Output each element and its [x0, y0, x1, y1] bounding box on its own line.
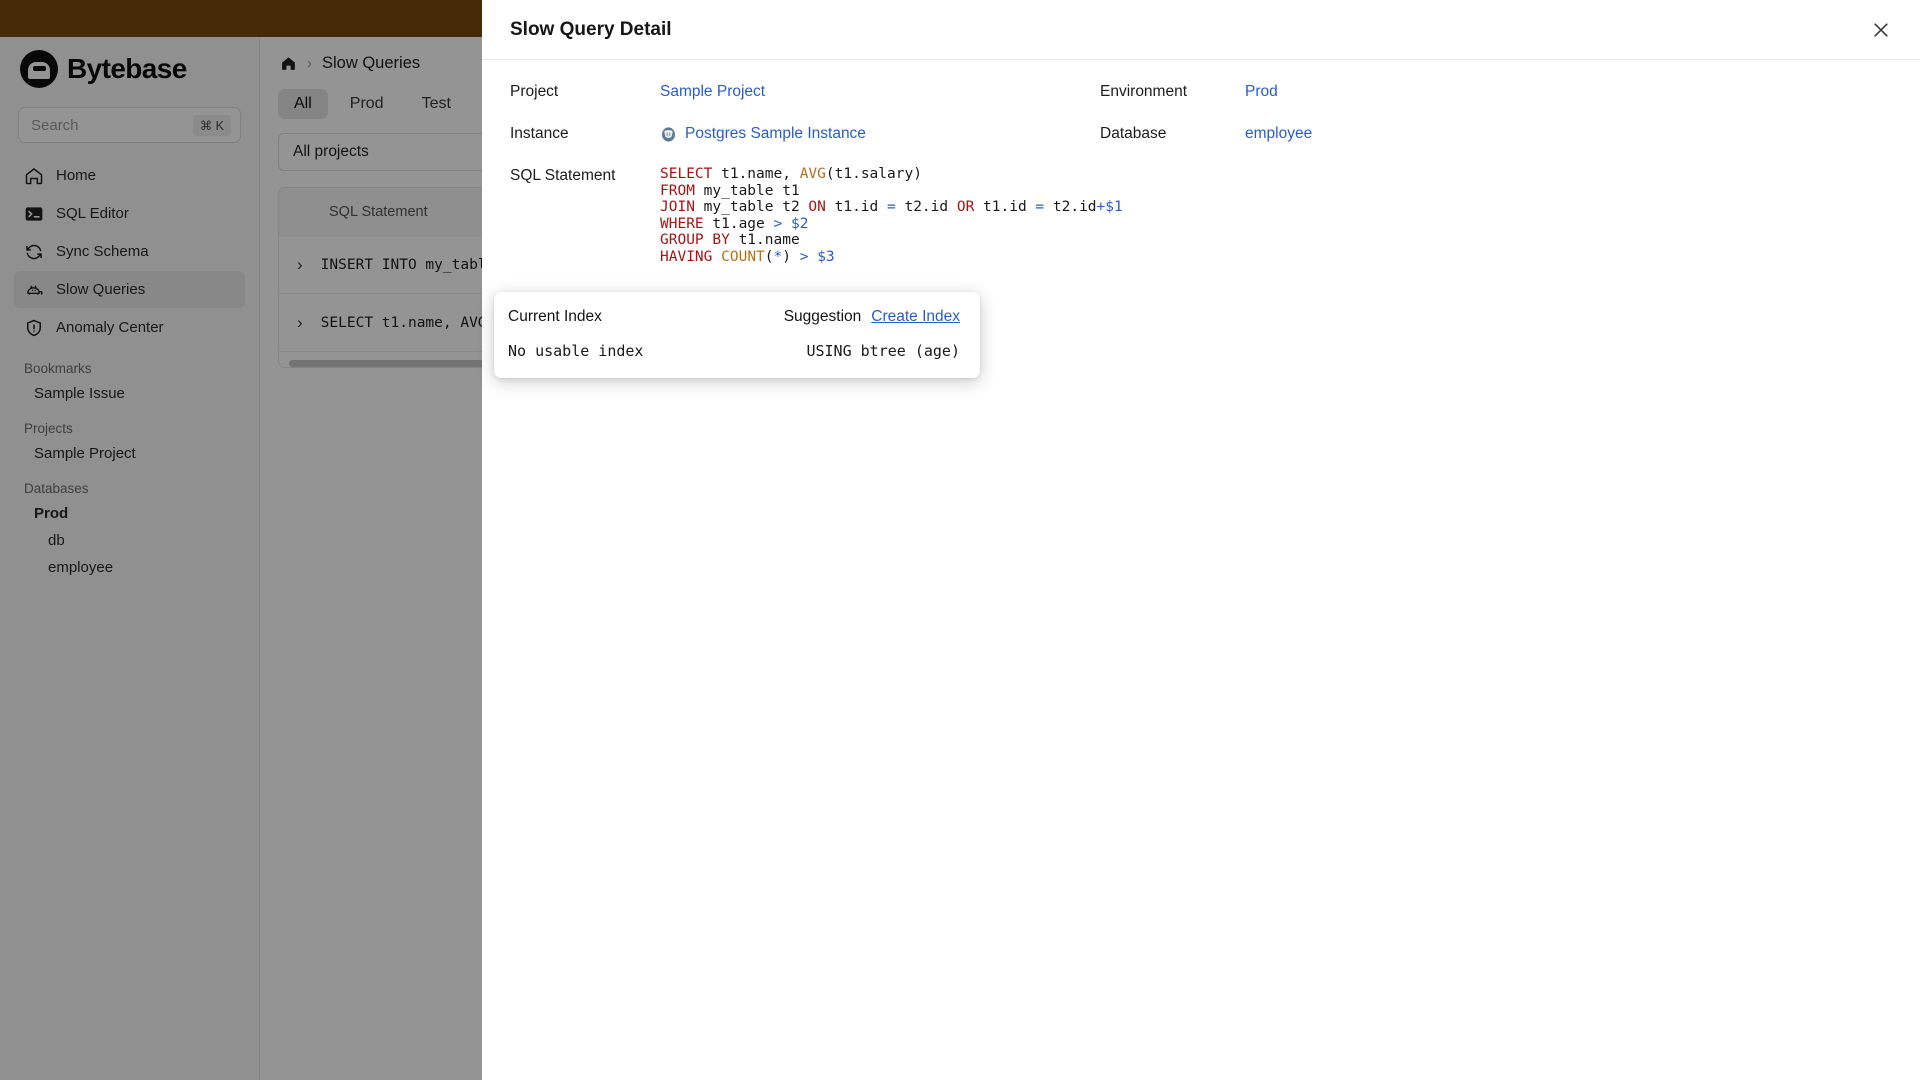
- sql-token: $2: [790, 215, 809, 232]
- sql-token: HAVING: [660, 248, 713, 265]
- environment-value-link[interactable]: Prod: [1245, 82, 1892, 102]
- detail-grid: Project Sample Project Environment Prod …: [510, 82, 1892, 266]
- sql-token: AVG: [799, 166, 826, 182]
- sql-token: ): [782, 248, 800, 265]
- sql-token: $1: [1105, 199, 1123, 216]
- page-title: Slow Query Detail: [510, 18, 672, 40]
- drawer-header: Slow Query Detail: [482, 0, 1920, 60]
- sql-token: $3: [817, 248, 835, 265]
- suggestion-label: Suggestion: [783, 308, 862, 325]
- suggestion-value: USING btree (age): [806, 342, 960, 360]
- instance-value-link[interactable]: Postgres Sample Instance: [660, 124, 1100, 144]
- project-label: Project: [510, 83, 559, 100]
- sql-token: =: [1035, 199, 1045, 216]
- sql-statement-label: SQL Statement: [510, 167, 616, 184]
- sql-token: my_table t2: [694, 199, 809, 216]
- sql-token: >: [773, 215, 783, 232]
- current-index-label: Current Index: [508, 308, 602, 325]
- sql-token: COUNT: [721, 248, 765, 265]
- sql-token: t1.id: [974, 199, 1036, 216]
- sql-token: FROM: [660, 182, 695, 199]
- index-suggestion-card: Current Index Suggestion Create Index No…: [494, 292, 980, 378]
- instance-name: Postgres Sample Instance: [685, 125, 866, 142]
- sql-token: WHERE: [660, 215, 704, 232]
- sql-token: t1.age: [703, 215, 774, 232]
- sql-token: JOIN: [660, 199, 695, 216]
- sql-token: t2.id: [1044, 199, 1097, 216]
- sql-token: =: [887, 199, 896, 216]
- sql-token: ON: [808, 199, 826, 216]
- create-index-link[interactable]: Create Index: [871, 308, 960, 326]
- slow-query-detail-drawer: Slow Query Detail Project Sample Project…: [482, 0, 1920, 1080]
- current-index-value: No usable index: [508, 342, 644, 360]
- sql-statement-code: SELECT t1.name, AVG(t1.salary) FROM my_t…: [660, 166, 1892, 266]
- sql-token: (t1.salary): [825, 166, 922, 182]
- instance-label: Instance: [510, 125, 569, 142]
- sql-token: SELECT: [660, 166, 713, 182]
- sql-token: +: [1096, 199, 1106, 216]
- database-label: Database: [1100, 125, 1167, 142]
- sql-token: my_table t1: [694, 182, 800, 199]
- sql-token: t1.id: [825, 199, 887, 216]
- project-value-link[interactable]: Sample Project: [660, 82, 1100, 102]
- environment-label: Environment: [1100, 83, 1188, 100]
- index-card-value-row: No usable index USING btree (age): [508, 342, 960, 360]
- index-card-header-row: Current Index Suggestion Create Index: [508, 308, 960, 326]
- sql-token: t2.id: [895, 199, 957, 216]
- sql-token: *: [773, 248, 783, 265]
- suggestion-header: Suggestion Create Index: [784, 308, 960, 326]
- database-value-link[interactable]: employee: [1245, 124, 1892, 144]
- sql-token: t1.name,: [712, 166, 800, 182]
- sql-token: t1.name: [729, 232, 800, 249]
- sql-token: GROUP BY: [660, 232, 730, 249]
- close-icon[interactable]: [1866, 15, 1896, 45]
- sql-token: OR: [956, 199, 975, 216]
- sql-token: (: [764, 248, 774, 265]
- app-root: Bytebase Search ⌘ K Home SQL Editor Sync…: [0, 0, 1920, 1080]
- drawer-body: Project Sample Project Environment Prod …: [482, 60, 1920, 1080]
- postgres-icon: [661, 126, 676, 142]
